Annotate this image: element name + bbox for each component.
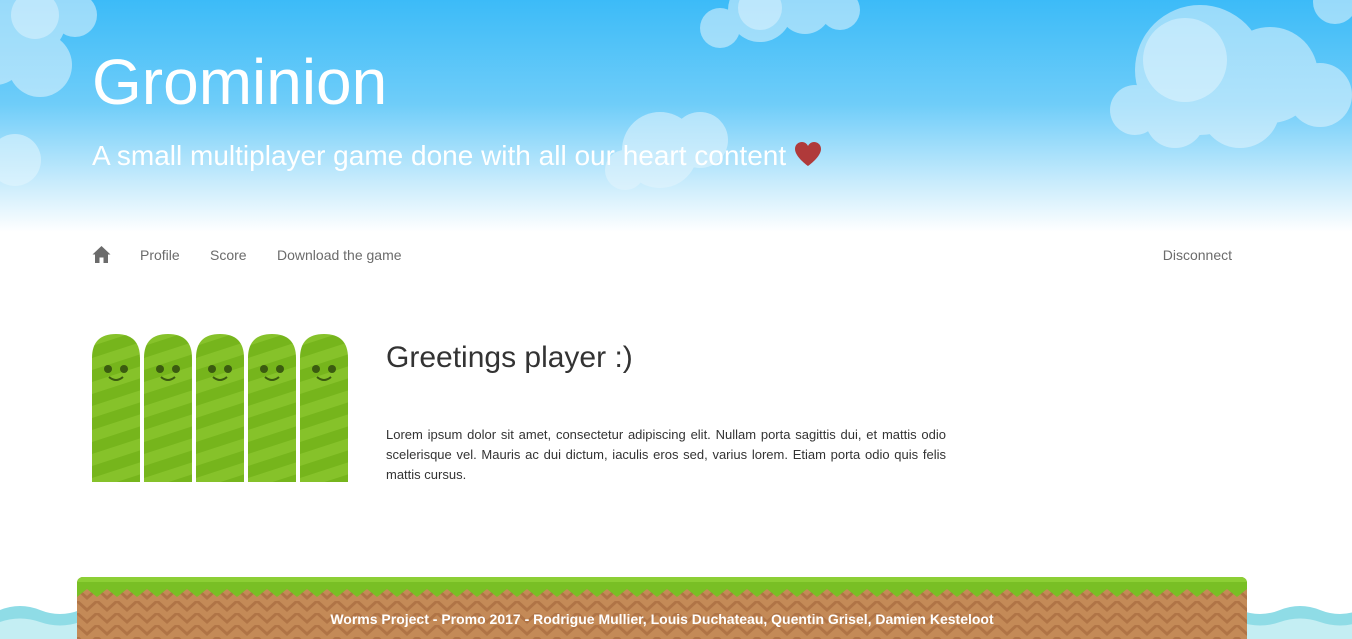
home-icon[interactable] bbox=[92, 245, 111, 264]
greeting-heading: Greetings player :) bbox=[386, 341, 633, 374]
worm-character bbox=[144, 334, 192, 482]
worm-character bbox=[248, 334, 296, 482]
worm-character bbox=[196, 334, 244, 482]
ground-decoration bbox=[77, 577, 1247, 639]
worm-character bbox=[300, 334, 348, 482]
nav-link-disconnect[interactable]: Disconnect bbox=[1163, 247, 1232, 263]
footer-credits: Worms Project - Promo 2017 - Rodrigue Mu… bbox=[330, 611, 994, 627]
nav-link-score[interactable]: Score bbox=[210, 247, 247, 263]
footer: Worms Project - Promo 2017 - Rodrigue Mu… bbox=[77, 577, 1247, 639]
heart-icon bbox=[795, 142, 822, 166]
site-tagline-text: A small multiplayer game done with all o… bbox=[92, 140, 787, 171]
main-nav: Profile Score Download the game Disconne… bbox=[92, 244, 1232, 266]
header-banner: Grominion A small multiplayer game done … bbox=[0, 0, 1352, 232]
intro-paragraph: Lorem ipsum dolor sit amet, consectetur … bbox=[386, 427, 946, 482]
nav-link-profile[interactable]: Profile bbox=[140, 247, 180, 263]
nav-link-download[interactable]: Download the game bbox=[277, 247, 402, 263]
site-tagline: A small multiplayer game done with all o… bbox=[92, 138, 822, 174]
worm-character bbox=[92, 334, 140, 482]
site-title: Grominion bbox=[92, 46, 388, 118]
worms-illustration bbox=[92, 334, 348, 482]
